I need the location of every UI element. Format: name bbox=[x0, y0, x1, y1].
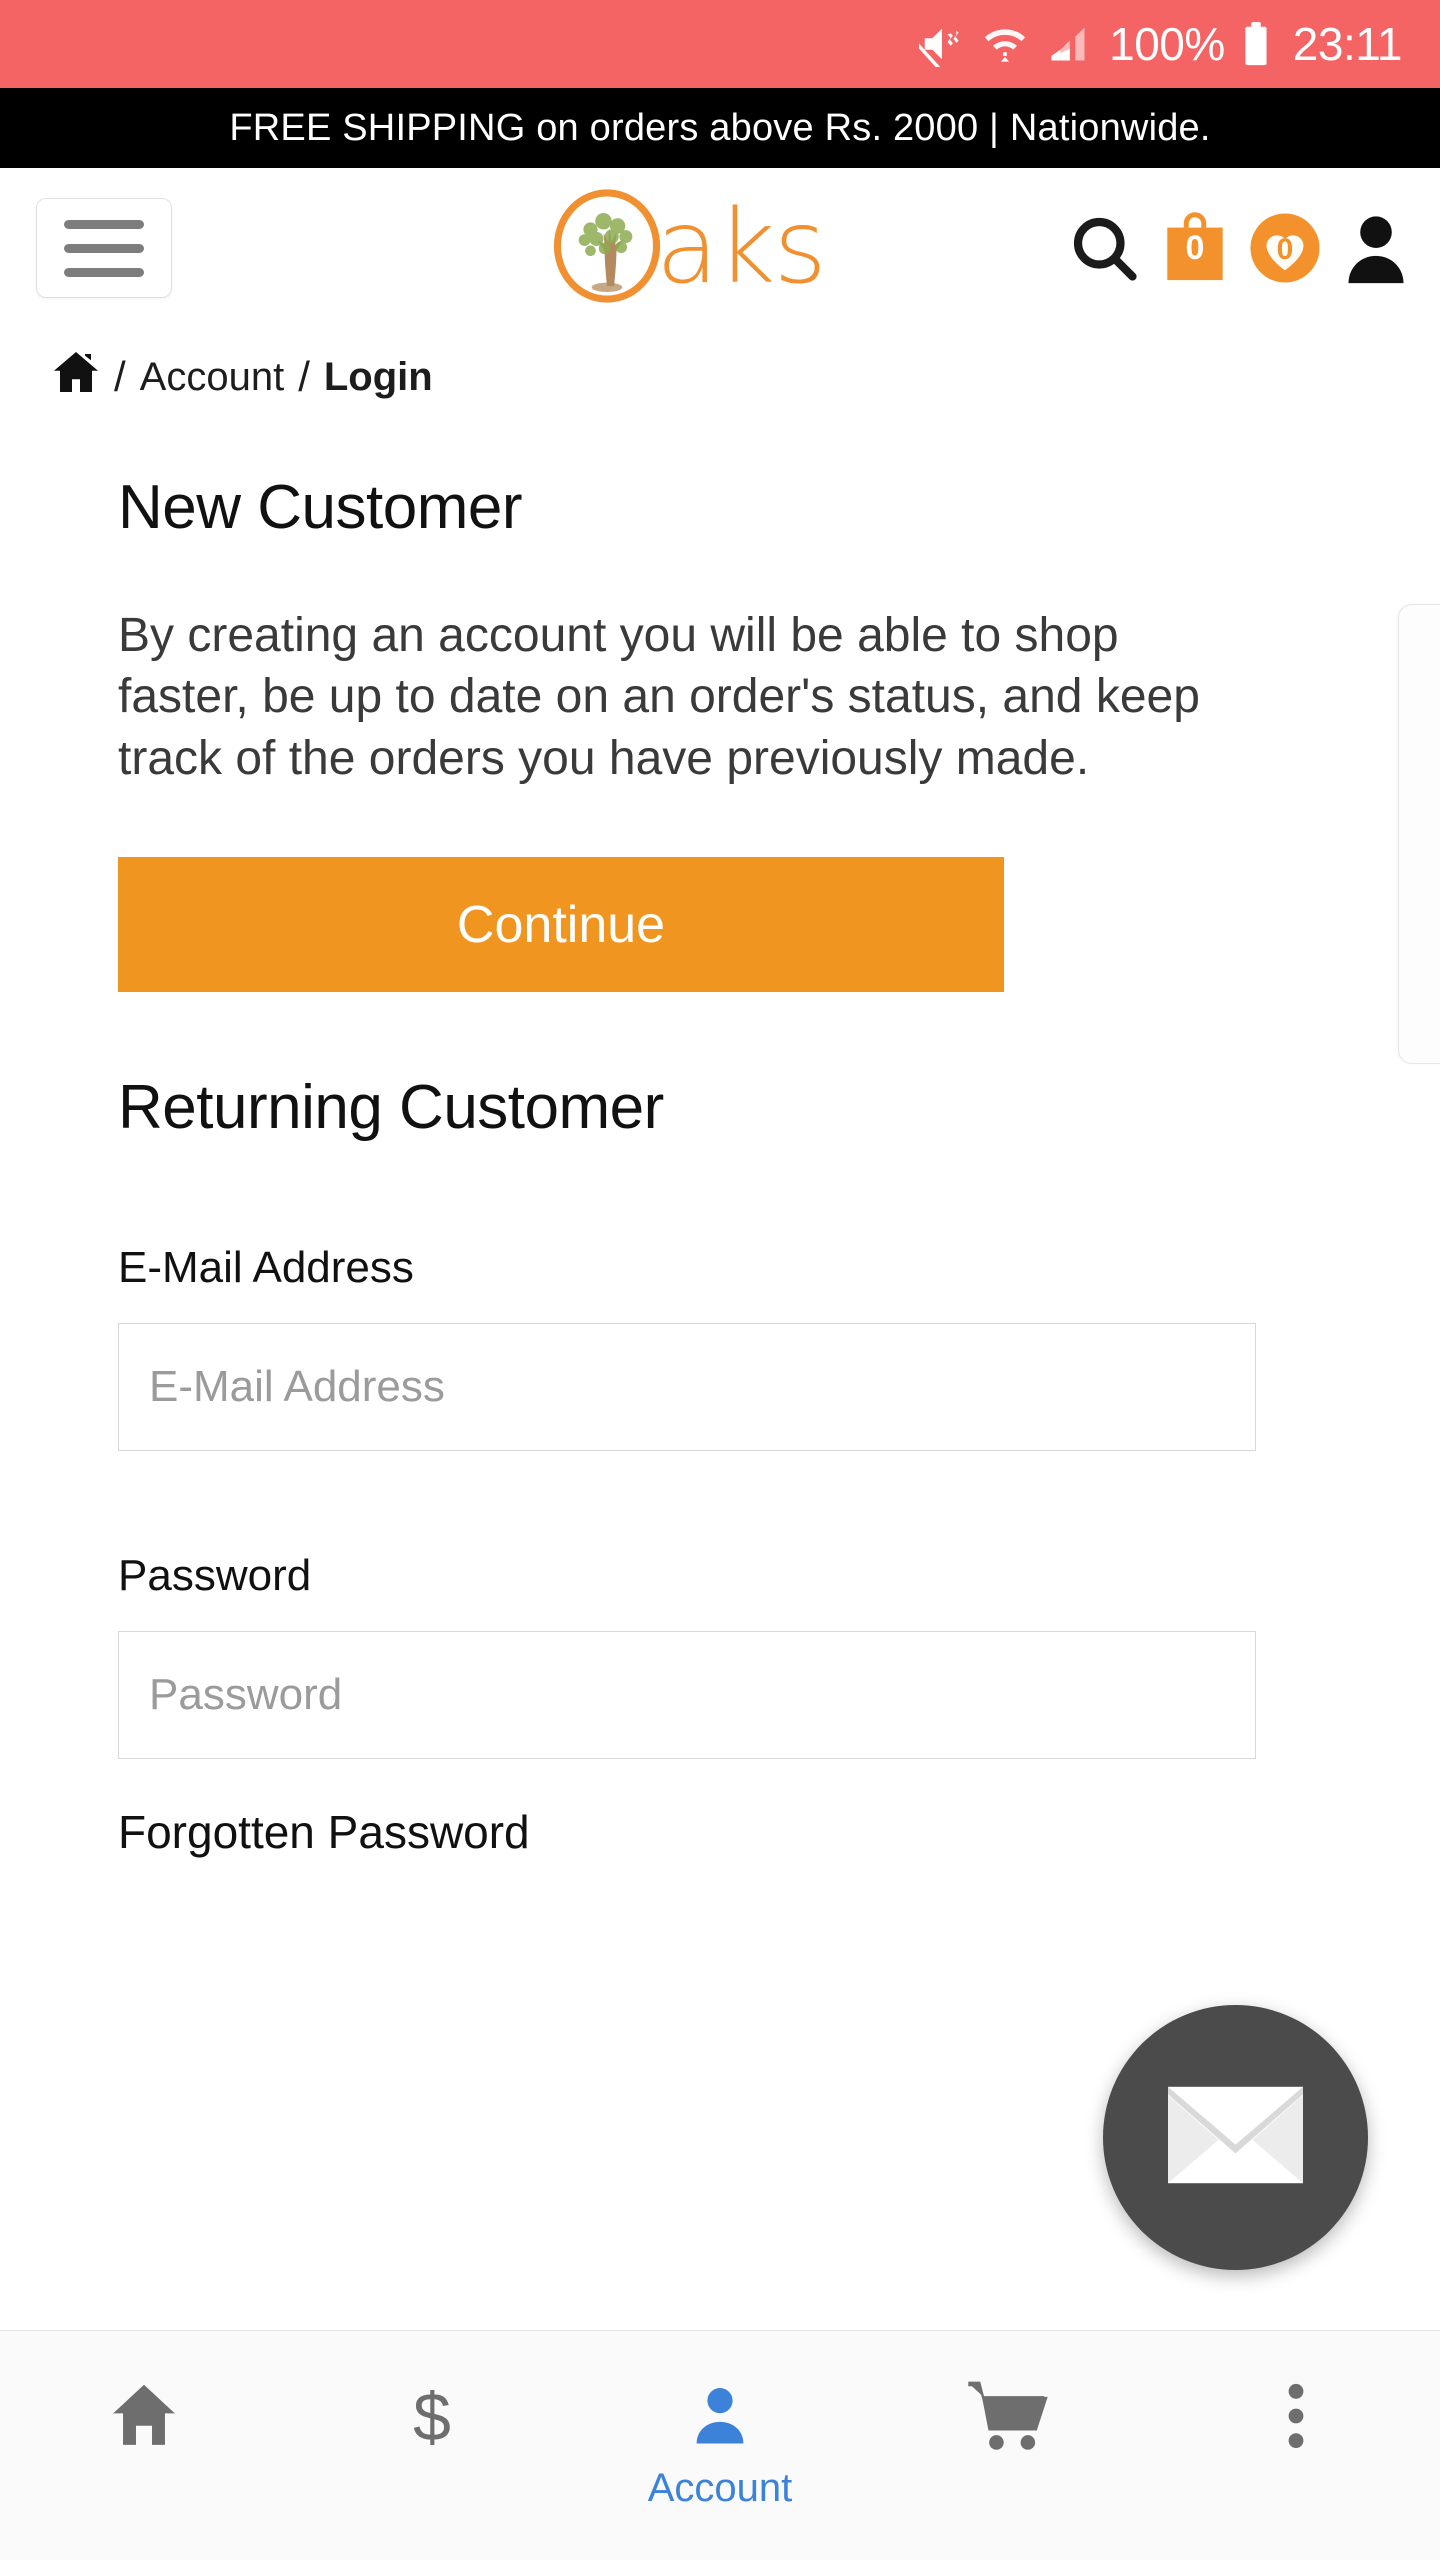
header-icon-group: 0 0 bbox=[1066, 210, 1412, 286]
contact-email-fab[interactable] bbox=[1103, 2005, 1368, 2270]
hamburger-line bbox=[64, 267, 144, 277]
password-label: Password bbox=[118, 1551, 312, 1601]
forgotten-password-link[interactable]: Forgotten Password bbox=[118, 1805, 1322, 1859]
person-icon[interactable] bbox=[1340, 210, 1412, 286]
nav-item-account[interactable]: Account bbox=[576, 2379, 864, 2511]
new-customer-description: By creating an account you will be able … bbox=[118, 609, 1200, 785]
continue-button[interactable]: Continue bbox=[118, 857, 1004, 993]
promo-banner: FREE SHIPPING on orders above Rs. 2000 |… bbox=[0, 88, 1440, 168]
oak-tree-in-circle-icon bbox=[548, 187, 666, 310]
breadcrumb-separator: / bbox=[298, 353, 310, 400]
clock-label: 23:11 bbox=[1292, 18, 1403, 70]
home-icon[interactable] bbox=[52, 350, 100, 404]
status-bar: 100% 23:11 bbox=[0, 0, 1440, 88]
email-field-group: E-Mail Address bbox=[118, 1243, 1322, 1452]
home-icon bbox=[107, 2379, 181, 2454]
returning-customer-heading: Returning Customer bbox=[118, 1073, 664, 1143]
envelope-icon bbox=[1168, 2085, 1303, 2190]
signal-icon bbox=[1045, 22, 1091, 66]
dollar-icon: $ bbox=[402, 2379, 462, 2458]
site-logo-text: aks bbox=[656, 188, 827, 307]
site-header: aks 0 0 bbox=[0, 168, 1440, 328]
hamburger-line bbox=[64, 219, 144, 229]
battery-percent-label: 100% bbox=[1109, 18, 1225, 70]
nav-item-account-label: Account bbox=[647, 2466, 793, 2510]
wifi-icon bbox=[983, 22, 1027, 66]
wishlist-heart-icon[interactable]: 0 bbox=[1248, 211, 1322, 285]
cart-icon bbox=[965, 2379, 1051, 2458]
password-field-group: Password bbox=[118, 1551, 1322, 1760]
nav-item-currency[interactable]: $ bbox=[288, 2379, 576, 2468]
nav-item-cart[interactable] bbox=[864, 2379, 1152, 2468]
email-input[interactable] bbox=[118, 1323, 1256, 1452]
nav-item-more[interactable] bbox=[1152, 2379, 1440, 2468]
account-person-icon bbox=[684, 2379, 756, 2456]
hamburger-menu-button[interactable] bbox=[36, 198, 172, 298]
mute-icon bbox=[919, 21, 965, 67]
password-input[interactable] bbox=[118, 1631, 1256, 1760]
breadcrumb-item-account[interactable]: Account bbox=[140, 355, 285, 400]
email-label: E-Mail Address bbox=[118, 1243, 414, 1293]
bottom-navigation-bar: $ Account bbox=[0, 2330, 1440, 2560]
site-logo[interactable]: aks bbox=[548, 187, 827, 310]
cart-bag-icon[interactable]: 0 bbox=[1160, 210, 1230, 286]
breadcrumb: / Account / Login bbox=[0, 328, 1440, 404]
side-panel-tab[interactable] bbox=[1398, 604, 1440, 1064]
breadcrumb-item-login: Login bbox=[323, 354, 433, 399]
hamburger-line bbox=[64, 243, 144, 253]
battery-full-icon bbox=[1243, 21, 1269, 67]
promo-banner-text: FREE SHIPPING on orders above Rs. 2000 |… bbox=[229, 106, 1211, 149]
svg-text:$: $ bbox=[413, 2381, 451, 2453]
new-customer-heading: New Customer bbox=[118, 473, 523, 542]
search-icon[interactable] bbox=[1066, 210, 1142, 286]
more-vertical-icon bbox=[1282, 2379, 1310, 2458]
nav-item-home[interactable] bbox=[0, 2379, 288, 2464]
main-content: New Customer By creating an account you … bbox=[0, 472, 1440, 1859]
breadcrumb-separator: / bbox=[114, 353, 126, 400]
